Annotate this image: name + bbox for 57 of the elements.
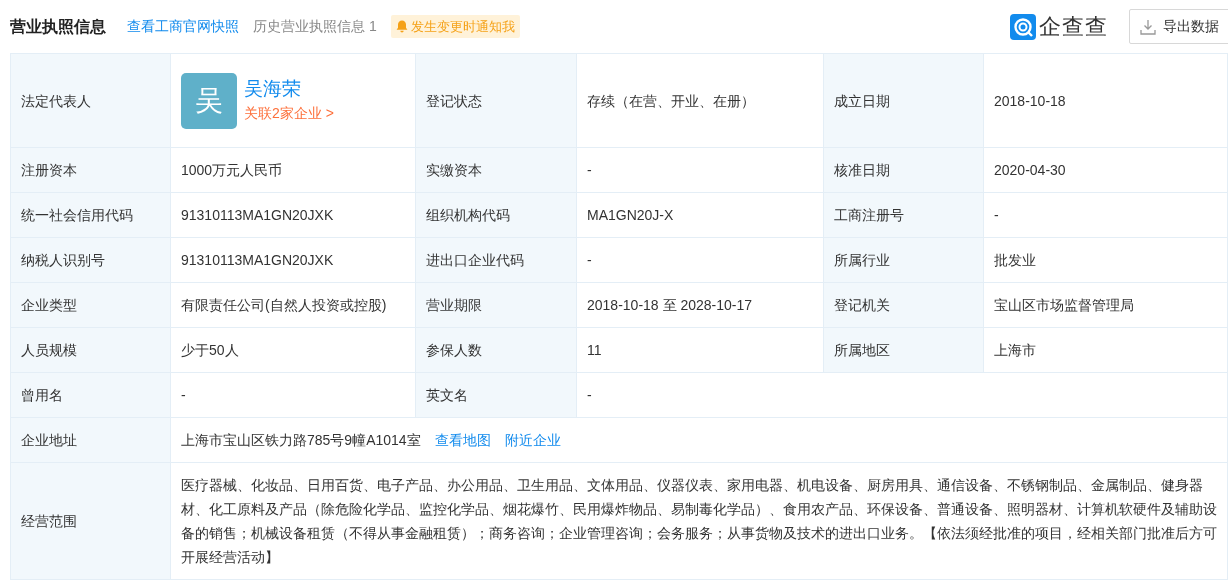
field-value: 宝山区市场监督管理局 [994, 297, 1134, 313]
field-value: 2018-10-18 [994, 92, 1066, 109]
field-value: 批发业 [994, 252, 1036, 268]
field-value: 上海市 [994, 342, 1036, 358]
field-label: 英文名 [426, 387, 468, 403]
field-label: 核准日期 [834, 162, 890, 178]
history-link[interactable]: 历史营业执照信息 1 [253, 16, 377, 37]
person-name-link[interactable]: 吴海荣 [244, 76, 334, 101]
address-link[interactable]: 查看地图 [434, 428, 491, 452]
section-title: 营业执照信息 [10, 16, 106, 37]
field-value: 91310113MA1GN20JXK [181, 207, 334, 223]
field-value: 2020-04-30 [994, 162, 1066, 178]
field-value: 上海市宝山区铁力路785号9幢A1014室 [181, 431, 421, 450]
field-value: 91310113MA1GN20JXK [181, 252, 334, 268]
related-companies-link[interactable]: 关联2家企业 > [244, 100, 334, 125]
logo-text: 企查查 [1039, 13, 1108, 41]
export-button[interactable]: 导出数据 [1129, 9, 1228, 44]
field-label: 所属行业 [834, 252, 890, 268]
field-label: 成立日期 [834, 92, 890, 109]
field-label: 登记状态 [426, 92, 482, 109]
field-label: 进出口企业代码 [426, 252, 524, 268]
field-value: 11 [587, 342, 602, 358]
avatar: 吴 [181, 72, 237, 129]
field-label: 统一社会信用代码 [21, 207, 133, 223]
field-label: 组织机构代码 [426, 207, 510, 223]
field-value: 医疗器械、化妆品、日用百货、电子产品、办公用品、卫生用品、文体用品、仪器仪表、家用电器、机电设备、厨房用具、通信设备、不锈钢制品、金属制品、健身器材、化工原料及产品（除危险化学品、监控化学品、烟花爆竹、民用爆炸物品、易制毒化学品）、食用农产品、环保设备、普通设备、照明器材、计算机软硬件及辅助设备的销售；机械设备租赁（不得从事金融租赁）；商务咨询；企业管理咨询；会务服务；从事货物及技术的进出口业务。【依法须经批准的项目，经相关部门批准后方可开展经营活动】 [181, 477, 1217, 565]
field-value: 2018-10-18 至 2028-10-17 [587, 297, 752, 313]
field-label: 法定代表人 [21, 92, 91, 109]
field-value: 存续（在营、开业、在册） [587, 92, 755, 109]
field-value: 少于50人 [181, 342, 239, 358]
download-icon [1140, 18, 1156, 35]
field-label: 纳税人识别号 [21, 252, 105, 268]
field-label: 注册资本 [21, 162, 77, 178]
field-value: 1000万元人民币 [181, 162, 283, 178]
snapshot-link[interactable]: 查看工商官网快照 [127, 16, 239, 37]
field-value: - [587, 162, 592, 178]
notify-button[interactable]: 发生变更时通知我 [390, 14, 521, 39]
field-value: - [181, 387, 186, 403]
field-label: 参保人数 [426, 342, 482, 358]
field-label: 经营范围 [21, 513, 77, 529]
field-label: 人员规模 [21, 342, 77, 358]
field-value: - [994, 207, 999, 223]
field-label: 工商注册号 [834, 207, 904, 223]
field-value: - [587, 387, 592, 403]
field-label: 企业地址 [21, 432, 77, 448]
address-link[interactable]: 附近企业 [504, 428, 561, 452]
field-label: 实缴资本 [426, 162, 482, 178]
field-label: 营业期限 [426, 297, 482, 313]
field-value: MA1GN20J-X [587, 207, 674, 223]
field-label: 曾用名 [21, 387, 63, 403]
bell-icon [395, 20, 408, 33]
field-label: 登记机关 [834, 297, 890, 313]
field-value: 有限责任公司(自然人投资或控股) [181, 297, 387, 313]
field-label: 企业类型 [21, 297, 77, 313]
field-label: 所属地区 [834, 342, 890, 358]
field-value: - [587, 252, 592, 268]
logo-icon [1009, 13, 1036, 40]
